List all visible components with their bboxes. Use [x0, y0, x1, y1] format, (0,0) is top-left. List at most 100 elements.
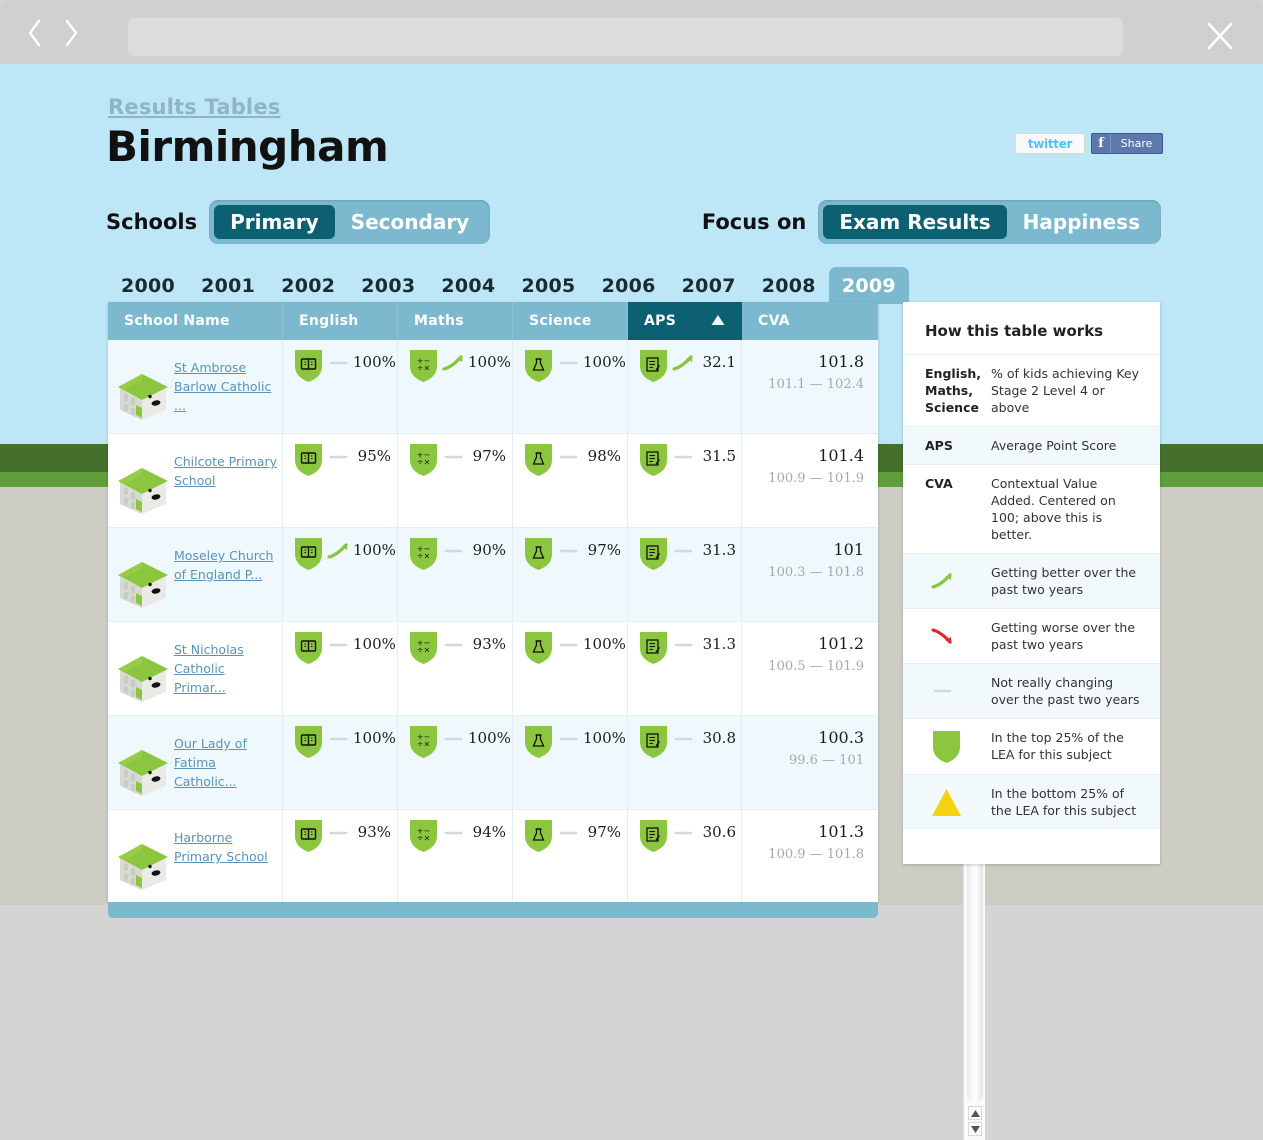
maths-cell: +− ÷× 93%: [398, 622, 513, 715]
table-row[interactable]: St Nicholas Catholic Primar... 100% +− ÷× 93…: [108, 622, 878, 716]
trend-flat-icon: [557, 635, 581, 655]
toggle-primary[interactable]: Primary: [214, 205, 335, 239]
green-shield-icon: [523, 348, 554, 383]
year-tab-2006[interactable]: 2006: [589, 267, 669, 304]
legend-description: Contextual Value Added. Centered on 100;…: [991, 476, 1116, 542]
legend-row: English, Maths, Science% of kids achievi…: [903, 354, 1160, 426]
maths-value: 100%: [468, 353, 511, 371]
triangle-up-icon: [711, 314, 725, 330]
year-tab-2002[interactable]: 2002: [268, 267, 348, 304]
column-header-aps[interactable]: APS: [628, 302, 742, 340]
table-row[interactable]: Harborne Primary School 93% +− ÷× 94% 97% 30.6…: [108, 810, 878, 902]
english-value: 95%: [357, 447, 391, 465]
legend-description: In the top 25% of the LEA for this subje…: [991, 730, 1124, 762]
cva-cell: 101.2 100.5 — 101.9: [742, 622, 878, 715]
maths-cell: +− ÷× 94%: [398, 810, 513, 902]
green-shield-icon: [293, 630, 324, 665]
maths-cell: +− ÷× 90%: [398, 528, 513, 621]
main-content: Results Tables Birmingham twitter f Shar…: [0, 64, 1263, 1140]
maths-value: 100%: [468, 729, 511, 747]
table-row[interactable]: St Ambrose Barlow Catholic ... 100% +− ÷× 10…: [108, 340, 878, 434]
green-shield-icon: [638, 818, 669, 853]
english-value: 93%: [357, 823, 391, 841]
column-header-label: School Name: [124, 313, 230, 329]
focus-toggle-track: Exam Results Happiness: [818, 200, 1161, 244]
aps-value: 32.1: [702, 353, 736, 371]
legend-description: Not really changing over the past two ye…: [991, 675, 1140, 707]
trend-flat-icon: [672, 447, 696, 467]
table-header-row: School Name English Maths Science APS CVA: [108, 302, 878, 340]
trend-up-icon: [672, 353, 696, 373]
year-tab-2008[interactable]: 2008: [749, 267, 829, 304]
aps-value: 30.6: [702, 823, 736, 841]
school-name-link[interactable]: Harborne Primary School: [174, 820, 279, 866]
aps-cell: 32.1: [628, 340, 742, 433]
table-row[interactable]: Our Lady of Fatima Catholic... 100% +− ÷× 10…: [108, 716, 878, 810]
aps-cell: 30.6: [628, 810, 742, 902]
school-building-icon: [112, 832, 174, 894]
toggle-exam-results[interactable]: Exam Results: [823, 205, 1007, 239]
legend-description: Average Point Score: [991, 438, 1117, 453]
triangle-up-icon[interactable]: [968, 1106, 982, 1120]
year-tab-2000[interactable]: 2000: [108, 267, 188, 304]
column-header-science[interactable]: Science: [513, 302, 628, 340]
year-tab-2007[interactable]: 2007: [669, 267, 749, 304]
trend-flat-icon: [327, 447, 351, 467]
green-shield-icon: [638, 630, 669, 665]
english-value: 100%: [353, 541, 396, 559]
year-tab-2004[interactable]: 2004: [428, 267, 508, 304]
address-input[interactable]: [128, 18, 1123, 56]
toggle-secondary[interactable]: Secondary: [335, 205, 486, 239]
legend-panel: How this table works English, Maths, Sci…: [903, 302, 1160, 864]
twitter-share-button[interactable]: twitter: [1015, 133, 1085, 154]
close-icon[interactable]: [1203, 18, 1237, 54]
green-shield-icon: +− ÷×: [408, 442, 439, 477]
aps-cell: 31.3: [628, 528, 742, 621]
legend-row: In the bottom 25% of the LEA for this su…: [903, 774, 1160, 829]
table-row[interactable]: Chilcote Primary School 95% +− ÷× 97% 98% 31.5…: [108, 434, 878, 528]
legend-row: APS Average Point Score: [903, 426, 1160, 464]
school-name-link[interactable]: Moseley Church of England P...: [174, 538, 279, 584]
maths-value: 94%: [472, 823, 506, 841]
column-header-maths[interactable]: Maths: [398, 302, 513, 340]
school-name-cell: Harborne Primary School: [108, 810, 283, 902]
green-shield-icon: [523, 536, 554, 571]
toggle-happiness[interactable]: Happiness: [1007, 205, 1156, 239]
school-name-link[interactable]: Chilcote Primary School: [174, 444, 279, 490]
science-value: 97%: [587, 541, 621, 559]
science-cell: 97%: [513, 810, 628, 902]
breadcrumb[interactable]: Results Tables: [108, 95, 280, 119]
legend-description: % of kids achieving Key Stage 2 Level 4 …: [991, 366, 1139, 415]
maths-cell: +− ÷× 97%: [398, 434, 513, 527]
triangle-down-icon[interactable]: [968, 1122, 982, 1136]
school-name-link[interactable]: St Nicholas Catholic Primar...: [174, 632, 279, 697]
table-row[interactable]: Moseley Church of England P... 100% +− ÷× 90…: [108, 528, 878, 622]
year-tab-2003[interactable]: 2003: [348, 267, 428, 304]
cva-value: 101.2: [818, 634, 864, 653]
maths-cell: +− ÷× 100%: [398, 716, 513, 809]
focus-toggle-label: Focus on: [701, 210, 807, 234]
year-tab-2009[interactable]: 2009: [828, 267, 909, 304]
social-share-buttons: twitter f Share: [1015, 133, 1163, 154]
trend-flat-icon: [672, 729, 696, 749]
year-tab-2001[interactable]: 2001: [188, 267, 268, 304]
cva-value: 101.4: [818, 446, 864, 465]
school-name-link[interactable]: St Ambrose Barlow Catholic ...: [174, 350, 279, 415]
column-header-cva[interactable]: CVA: [742, 302, 878, 340]
chevron-right-icon[interactable]: [58, 16, 84, 50]
green-shield-icon: [523, 818, 554, 853]
column-header-school-name[interactable]: School Name: [108, 302, 283, 340]
column-header-english[interactable]: English: [283, 302, 398, 340]
column-header-label: CVA: [758, 313, 790, 329]
english-cell: 95%: [283, 434, 398, 527]
aps-cell: 30.8: [628, 716, 742, 809]
svg-text:÷×: ÷×: [417, 834, 430, 843]
school-name-link[interactable]: Our Lady of Fatima Catholic...: [174, 726, 279, 791]
chevron-left-icon[interactable]: [22, 16, 48, 50]
facebook-share-button[interactable]: f Share: [1091, 133, 1163, 154]
year-tab-2005[interactable]: 2005: [508, 267, 588, 304]
legend-row: In the top 25% of the LEA for this subje…: [903, 718, 1160, 774]
facebook-share-label: Share: [1110, 134, 1162, 153]
svg-text:÷×: ÷×: [417, 364, 430, 373]
trend-flat-icon: [327, 729, 351, 749]
